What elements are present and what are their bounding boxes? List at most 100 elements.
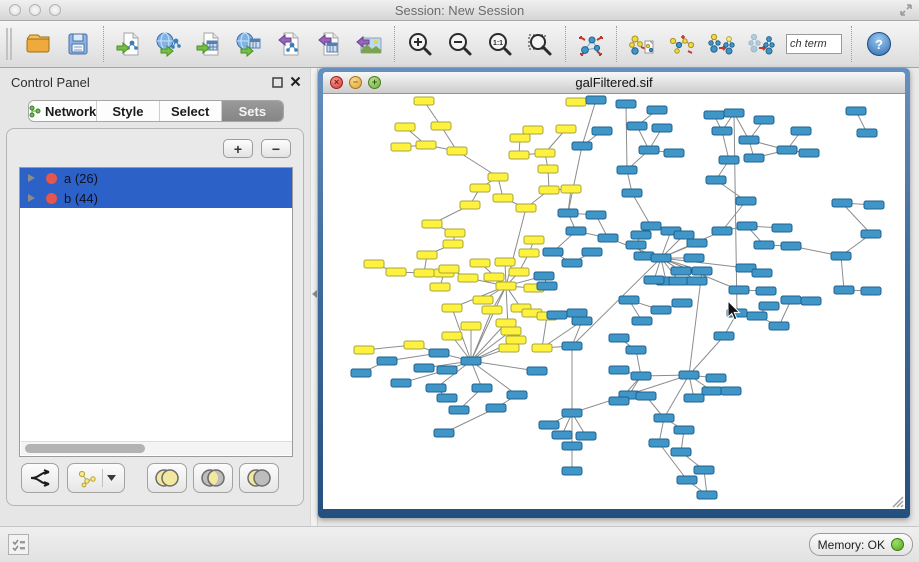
import-network-file-button[interactable] <box>109 24 149 64</box>
list-item-set-b[interactable]: b (44) <box>20 188 292 208</box>
memory-status-button[interactable]: Memory: OK <box>809 533 913 556</box>
export-table-button[interactable] <box>309 24 349 64</box>
scrollbar-thumb[interactable] <box>25 444 145 453</box>
set-label: b (44) <box>64 191 98 206</box>
app-titlebar[interactable]: Session: New Session <box>0 0 919 21</box>
network-window[interactable]: × − + galFiltered.sif <box>318 68 910 518</box>
import-table-file-button[interactable] <box>189 24 229 64</box>
expand-arrow-icon[interactable] <box>28 174 35 182</box>
save-session-button[interactable] <box>58 24 98 64</box>
graph-node <box>519 249 539 257</box>
help-glyph: ? <box>875 37 883 52</box>
fullscreen-icon[interactable] <box>899 3 913 17</box>
graph-node <box>616 100 636 108</box>
graph-node <box>636 392 656 400</box>
intersection-sets-button[interactable] <box>193 463 233 493</box>
tab-style[interactable]: Style <box>97 101 159 121</box>
graph-node <box>652 124 672 132</box>
new-network-from-selection-file-button[interactable] <box>622 24 662 64</box>
select-first-neighbors-button[interactable] <box>662 24 702 64</box>
apply-layout-button[interactable] <box>571 24 611 64</box>
dropdown-arrow-icon[interactable] <box>107 475 116 481</box>
zoom-out-button[interactable] <box>440 24 480 64</box>
graph-node <box>461 357 481 365</box>
import-table-web-button[interactable] <box>229 24 269 64</box>
graph-node <box>458 274 478 282</box>
graph-node <box>712 227 732 235</box>
horizontal-scrollbar[interactable] <box>21 441 293 455</box>
graph-node <box>791 127 811 135</box>
window-resize-grip[interactable] <box>890 494 904 508</box>
zoom-in-button[interactable] <box>400 24 440 64</box>
tab-network[interactable]: Network <box>29 101 97 121</box>
new-network-from-selection-file-icon <box>627 29 657 59</box>
graph-node <box>801 297 821 305</box>
float-panel-icon[interactable] <box>272 77 283 88</box>
set-color-dot <box>46 193 57 204</box>
expand-arrow-icon[interactable] <box>28 194 35 202</box>
new-network-selected-nodes-all-edges-button[interactable] <box>702 24 742 64</box>
tab-sets[interactable]: Sets <box>222 101 283 121</box>
network-canvas-svg <box>323 94 905 509</box>
main-toolbar: 1:1 ? <box>0 21 919 68</box>
graph-node <box>473 296 493 304</box>
graph-node <box>674 426 694 434</box>
graph-node <box>558 209 578 217</box>
new-network-from-selected-button[interactable] <box>742 24 782 64</box>
control-panel-tabs: Network Style Select Sets <box>28 100 284 122</box>
split-set-button[interactable] <box>21 463 59 493</box>
open-folder-icon <box>24 30 52 58</box>
graph-node <box>354 346 374 354</box>
export-network-button[interactable] <box>269 24 309 64</box>
graph-node <box>414 269 434 277</box>
graph-node <box>644 276 664 284</box>
import-table-file-icon <box>195 30 223 58</box>
collapse-arrow-icon[interactable] <box>312 290 317 298</box>
select-first-neighbors-icon <box>667 29 697 59</box>
create-set-from-network-button[interactable] <box>67 463 125 493</box>
graph-node <box>509 151 529 159</box>
set-color-dot <box>46 173 57 184</box>
export-image-button[interactable] <box>349 24 389 64</box>
graph-node <box>404 341 424 349</box>
graph-node <box>488 173 508 181</box>
graph-node <box>501 327 521 335</box>
new-network-selected-nodes-all-edges-icon <box>707 29 737 59</box>
toolbar-drag-handle[interactable] <box>6 28 12 60</box>
search-input[interactable] <box>786 34 842 54</box>
graph-node <box>535 149 555 157</box>
graph-node <box>737 222 757 230</box>
graph-node <box>576 432 596 440</box>
graph-node <box>442 332 462 340</box>
remove-set-button[interactable]: − <box>261 139 291 158</box>
zoom-selected-region-button[interactable] <box>520 24 560 64</box>
graph-node <box>439 265 459 273</box>
task-checklist-icon <box>12 538 26 552</box>
panel-splitter[interactable] <box>310 68 318 526</box>
graph-node <box>447 147 467 155</box>
graph-node <box>562 342 582 350</box>
graph-node <box>697 491 717 499</box>
add-set-button[interactable]: + <box>223 139 253 158</box>
zoom-1-to-1-button[interactable]: 1:1 <box>480 24 520 64</box>
graph-node <box>724 109 744 117</box>
import-network-web-button[interactable] <box>149 24 189 64</box>
graph-node <box>534 272 554 280</box>
difference-sets-button[interactable] <box>239 463 279 493</box>
list-item-set-a[interactable]: a (26) <box>20 168 292 188</box>
help-button[interactable]: ? <box>867 32 891 56</box>
tab-select[interactable]: Select <box>160 101 222 121</box>
network-window-titlebar[interactable]: × − + galFiltered.sif <box>323 72 905 94</box>
network-canvas[interactable] <box>323 94 905 509</box>
task-history-button[interactable] <box>8 534 29 555</box>
graph-node <box>543 248 563 256</box>
sets-button-row <box>15 463 297 495</box>
close-panel-icon[interactable] <box>290 76 301 87</box>
graph-node <box>647 106 667 114</box>
union-sets-button[interactable] <box>147 463 187 493</box>
graph-node <box>609 366 629 374</box>
graph-node <box>687 239 707 247</box>
zoom-1-to-1-icon: 1:1 <box>486 30 514 58</box>
open-session-button[interactable] <box>18 24 58 64</box>
memory-ok-indicator <box>891 538 904 551</box>
